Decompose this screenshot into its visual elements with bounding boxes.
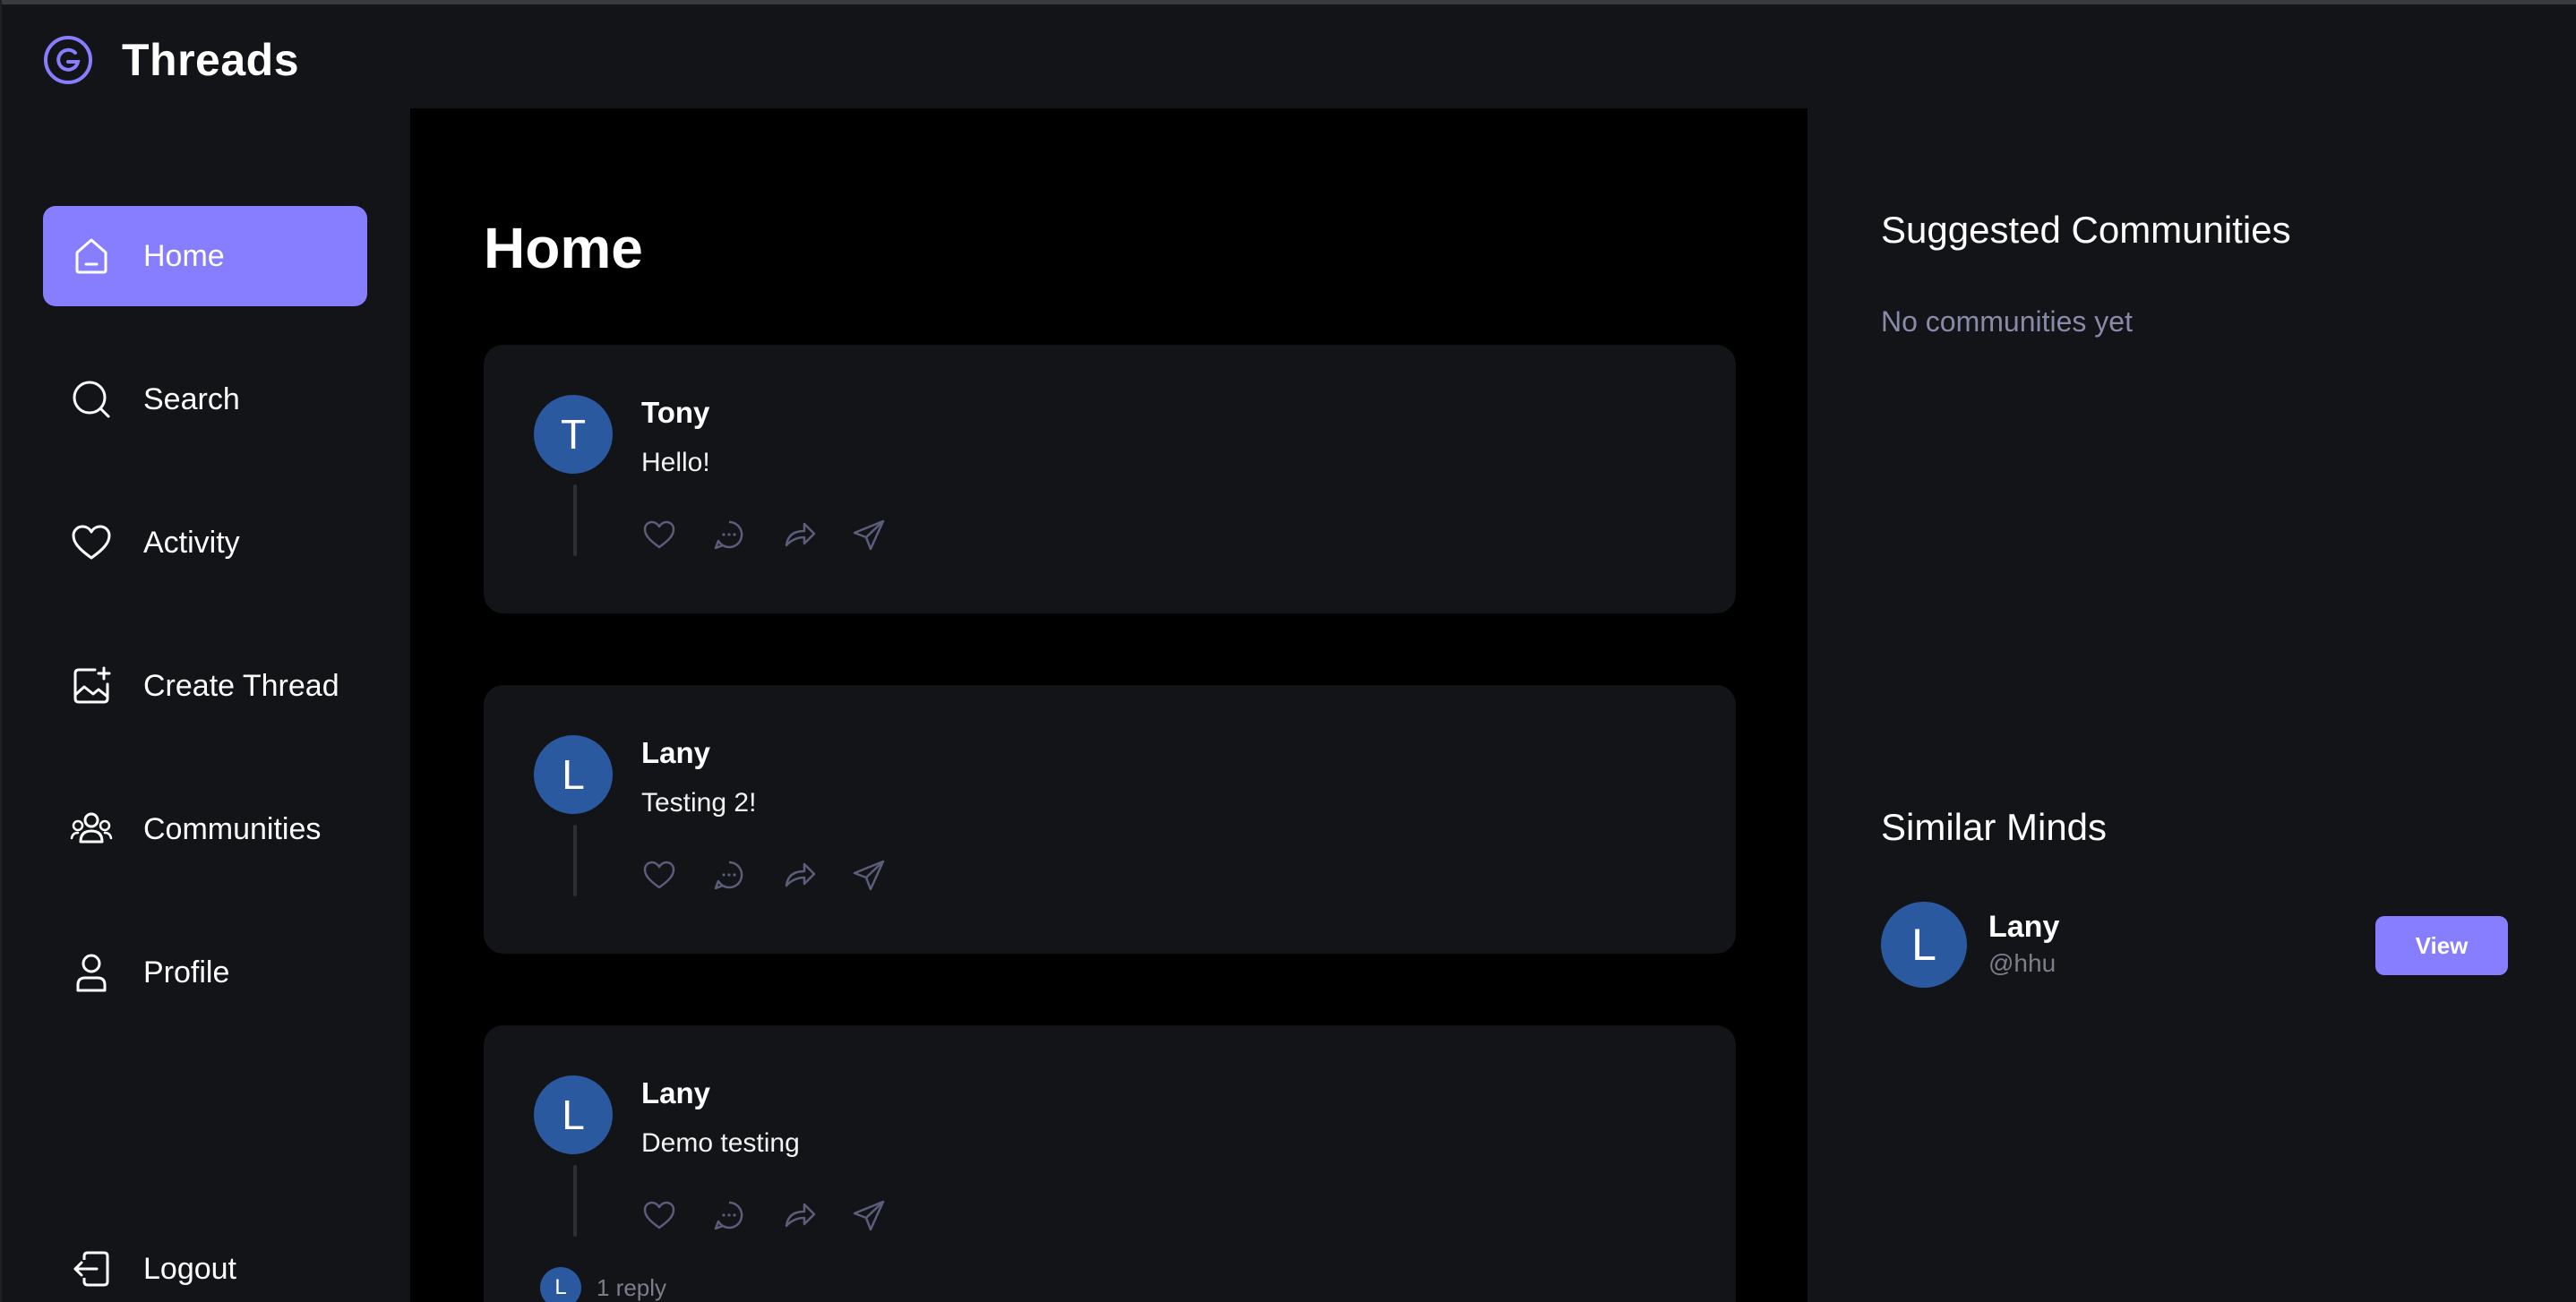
thread-connector-line [573,1165,577,1237]
sidebar-item-search[interactable]: Search [43,349,367,450]
reply-icon[interactable] [711,1197,747,1233]
heart-icon [72,525,111,560]
thread-card[interactable]: T Tony Hello! [484,345,1736,613]
top-bar: Threads [0,4,2576,108]
thread-card[interactable]: L Lany Demo testing L 1 reply [484,1025,1736,1302]
logout-button[interactable]: Logout [43,1219,367,1302]
reply-count-link[interactable]: 1 reply [597,1273,666,1302]
sidebar-item-communities[interactable]: Communities [43,779,367,879]
sidebar-item-label: Profile [143,955,230,989]
communities-empty-message: No communities yet [1881,305,2133,338]
sidebar-item-label: Create Thread [143,669,339,703]
logo-icon[interactable] [41,33,95,87]
user-icon [76,954,107,992]
thread-connector-line [573,484,577,556]
thread-content: Demo testing [641,1128,800,1158]
sidebar-item-label: Search [143,382,240,416]
sidebar-item-home[interactable]: Home [43,206,367,306]
thread-author[interactable]: Lany [641,1075,710,1111]
author-avatar[interactable]: L [534,1075,613,1154]
brand-name[interactable]: Threads [122,31,299,89]
user-name: Lany [1988,910,2060,944]
user-card: L Lany @hhu View [1881,902,2508,988]
sidebar-item-create-thread[interactable]: Create Thread [43,636,367,736]
sidebar-item-label: Activity [143,526,240,560]
thread-actions [641,1197,887,1233]
home-icon [75,238,107,274]
like-icon[interactable] [641,857,677,893]
reply-avatar: L [540,1267,581,1302]
thread-connector-line [573,825,577,896]
reply-icon[interactable] [711,517,747,552]
author-avatar[interactable]: L [534,735,613,814]
thread-actions [641,517,887,552]
thread-actions [641,857,887,893]
page-title: Home [484,216,643,280]
thread-author[interactable]: Tony [641,395,709,431]
image-plus-icon [73,666,111,704]
left-sidebar: Home Search Activity Create Thread Commu… [0,108,410,1302]
share-icon[interactable] [851,517,887,552]
user-handle: @hhu [1988,949,2057,977]
users-icon [70,812,113,844]
like-icon[interactable] [641,1197,677,1233]
suggested-communities-title: Suggested Communities [1881,209,2291,251]
sidebar-item-label: Home [143,239,225,273]
author-avatar[interactable]: T [534,395,613,474]
reply-icon[interactable] [711,857,747,893]
main-feed: Home T Tony Hello! L Lany Testing 2! L L… [410,108,1807,1302]
user-avatar[interactable]: L [1881,902,1967,988]
repost-icon[interactable] [781,857,817,893]
search-icon [73,381,110,418]
similar-minds-title: Similar Minds [1881,806,2108,848]
right-sidebar: Suggested Communities No communities yet… [1807,108,2576,1302]
repost-icon[interactable] [781,1197,817,1233]
view-profile-button[interactable]: View [2375,916,2508,975]
share-icon[interactable] [851,857,887,893]
sidebar-item-label: Communities [143,812,322,846]
thread-card[interactable]: L Lany Testing 2! [484,685,1736,954]
thread-content: Hello! [641,448,710,477]
thread-content: Testing 2! [641,788,757,818]
share-icon[interactable] [851,1197,887,1233]
thread-author[interactable]: Lany [641,735,710,771]
like-icon[interactable] [641,517,677,552]
app-root: Threads Home Search Activity Create Thre… [0,0,2576,1302]
repost-icon[interactable] [781,517,817,552]
sidebar-item-activity[interactable]: Activity [43,493,367,593]
sidebar-item-profile[interactable]: Profile [43,922,367,1023]
logout-icon [73,1251,109,1287]
logout-label: Logout [143,1252,236,1286]
